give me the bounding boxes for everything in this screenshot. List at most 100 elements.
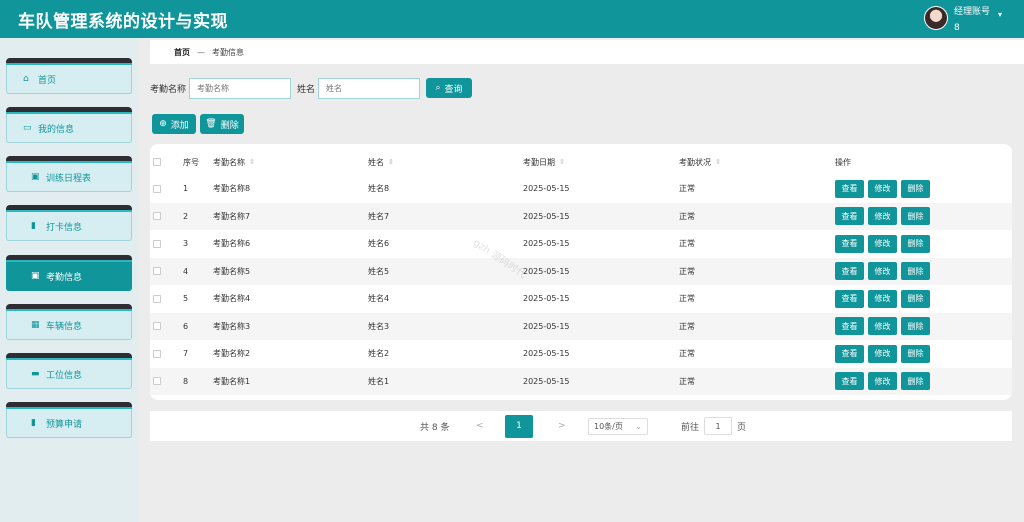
checkbox-box[interactable] (153, 184, 161, 193)
checkbox-box[interactable] (153, 267, 161, 275)
cell-attendance-name: 考勤名称8 (213, 184, 251, 193)
header-attendance-date[interactable]: 考勤日期 ⇳ (523, 149, 565, 175)
row-checkbox[interactable] (153, 258, 161, 285)
clipboard-icon: ▣ (31, 172, 40, 182)
sidebar-item-body[interactable]: ▮ 打卡信息 (6, 212, 132, 241)
avatar[interactable] (923, 6, 948, 30)
edit-button[interactable]: 修改 (868, 207, 897, 225)
page-size-select[interactable]: 10条/页 ⌄ (588, 417, 648, 435)
delete-button[interactable]: 删除 (901, 372, 930, 390)
view-button[interactable]: 查看 (835, 344, 864, 363)
sidebar-item[interactable]: ▮ 预算申请 (6, 402, 132, 438)
view-button[interactable]: 查看 (835, 179, 864, 198)
edit-button[interactable]: 修改 (868, 234, 897, 253)
view-button[interactable]: 查看 (835, 207, 864, 225)
edit-button[interactable]: 修改 (868, 179, 897, 198)
row-checkbox[interactable] (153, 230, 161, 257)
batch-delete-button[interactable]: 🗑 删除 (200, 114, 244, 134)
header-attendance-status[interactable]: 考勤状况 ⇳ (679, 149, 721, 175)
sidebar-item-body[interactable]: ▭ 我的信息 (6, 114, 132, 143)
user-menu[interactable]: 经理账号 8 ▾ (923, 4, 1002, 36)
row-checkbox[interactable] (153, 203, 161, 230)
checkbox-box[interactable] (153, 158, 161, 166)
table-row[interactable]: 2 考勤名称7 姓名7 2025-05-15 正常 查看 修改 删除 (150, 202, 1012, 230)
sidebar-item[interactable]: ▬ 工位信息 (6, 353, 132, 389)
edit-button[interactable]: 修改 (868, 372, 897, 390)
sidebar-item[interactable]: ▣ 训练日程表 (6, 156, 132, 192)
person-name-input[interactable] (318, 77, 421, 99)
row-checkbox[interactable] (153, 285, 161, 312)
user-name[interactable]: 经理账号 8 (954, 4, 990, 36)
page-size-value: 10条/页 (594, 421, 623, 431)
page-number-current[interactable]: 1 (505, 414, 533, 438)
cell-person-name: 姓名2 (368, 349, 390, 358)
sort-icon[interactable]: ⇳ (388, 158, 394, 166)
delete-button[interactable]: 删除 (901, 289, 930, 308)
checkbox-box[interactable] (153, 322, 161, 330)
attendance-name-input[interactable] (189, 77, 292, 99)
edit-button[interactable]: 修改 (868, 344, 897, 363)
view-button[interactable]: 查看 (835, 234, 864, 253)
row-checkbox[interactable] (153, 175, 161, 202)
checkbox-box[interactable] (153, 294, 161, 303)
table-row[interactable]: 7 考勤名称2 姓名2 2025-05-15 正常 查看 修改 删除 (150, 340, 1012, 367)
cell-index: 3 (183, 239, 189, 248)
edit-button[interactable]: 修改 (868, 289, 897, 308)
table-row[interactable]: 8 考勤名称1 姓名1 2025-05-15 正常 查看 修改 删除 (150, 367, 1012, 395)
prev-page-button[interactable]: < (476, 411, 484, 441)
sidebar-item[interactable]: ▦ 车辆信息 (6, 304, 132, 340)
sidebar-item[interactable]: ▣ 考勤信息 (6, 255, 132, 291)
sidebar-item-cap (6, 156, 132, 164)
delete-button[interactable]: 删除 (901, 179, 930, 198)
sidebar-item[interactable]: ⌂ 首页 (6, 58, 132, 94)
sidebar-item[interactable]: ▮ 打卡信息 (6, 205, 132, 241)
checkbox-box[interactable] (153, 212, 161, 220)
view-button[interactable]: 查看 (835, 289, 864, 308)
table-row[interactable]: 4 考勤名称5 姓名5 2025-05-15 正常 查看 修改 删除 (150, 257, 1012, 285)
cell-attendance-date: 2025-05-15 (523, 211, 570, 221)
header-attendance-name[interactable]: 考勤名称 ⇳ (213, 149, 255, 175)
table-row[interactable]: 1 考勤名称8 姓名8 2025-05-15 正常 查看 修改 删除 (150, 175, 1012, 202)
row-checkbox[interactable] (153, 313, 161, 340)
delete-button[interactable]: 删除 (901, 317, 930, 335)
sort-icon[interactable]: ⇳ (715, 158, 721, 166)
row-actions: 查看 修改 删除 (835, 340, 934, 367)
cell-attendance-status: 正常 (679, 239, 695, 248)
sort-icon[interactable]: ⇳ (559, 158, 565, 166)
table-row[interactable]: 5 考勤名称4 姓名4 2025-05-15 正常 查看 修改 删除 (150, 285, 1012, 312)
goto-page-input[interactable]: 1 (704, 417, 733, 435)
delete-button[interactable]: 删除 (901, 234, 930, 253)
checkbox-box[interactable] (153, 239, 161, 248)
edit-button[interactable]: 修改 (868, 262, 897, 280)
caret-down-icon[interactable]: ▾ (998, 10, 1002, 19)
query-button[interactable]: ⌕ 查询 (426, 78, 473, 98)
sidebar-item-body[interactable]: ⌂ 首页 (6, 65, 132, 94)
view-button[interactable]: 查看 (835, 317, 864, 335)
sidebar-item-body[interactable]: ▣ 训练日程表 (6, 163, 132, 192)
goto-label: 前往 (681, 422, 700, 433)
breadcrumb-home[interactable]: 首页 (174, 47, 190, 58)
view-button[interactable]: 查看 (835, 262, 864, 280)
sidebar-item[interactable]: ▭ 我的信息 (6, 107, 132, 143)
table-row[interactable]: 3 考勤名称6 姓名6 2025-05-15 正常 查看 修改 删除 (150, 230, 1012, 257)
header-person-name[interactable]: 姓名 ⇳ (368, 149, 394, 175)
table-row[interactable]: 6 考勤名称3 姓名3 2025-05-15 正常 查看 修改 删除 (150, 312, 1012, 340)
view-button[interactable]: 查看 (835, 372, 864, 390)
edit-button[interactable]: 修改 (868, 317, 897, 335)
sidebar-item-body[interactable]: ▬ 工位信息 (6, 360, 132, 389)
select-all-checkbox[interactable] (153, 149, 161, 175)
delete-button[interactable]: 删除 (901, 207, 930, 225)
sidebar-item-body[interactable]: ▦ 车辆信息 (6, 311, 132, 340)
sidebar-item-body[interactable]: ▣ 考勤信息 (6, 262, 132, 291)
add-button[interactable]: ⊕ 添加 (152, 114, 196, 134)
row-checkbox[interactable] (153, 340, 161, 367)
sidebar-item-body[interactable]: ▮ 预算申请 (6, 409, 132, 438)
checkbox-box[interactable] (153, 349, 161, 358)
delete-button[interactable]: 删除 (901, 262, 930, 280)
row-checkbox[interactable] (153, 368, 161, 395)
checkbox-box[interactable] (153, 377, 161, 385)
next-page-button[interactable]: > (558, 411, 566, 441)
sort-icon[interactable]: ⇳ (249, 158, 255, 166)
delete-button[interactable]: 删除 (901, 344, 930, 363)
sidebar-item-label: 训练日程表 (46, 173, 92, 184)
